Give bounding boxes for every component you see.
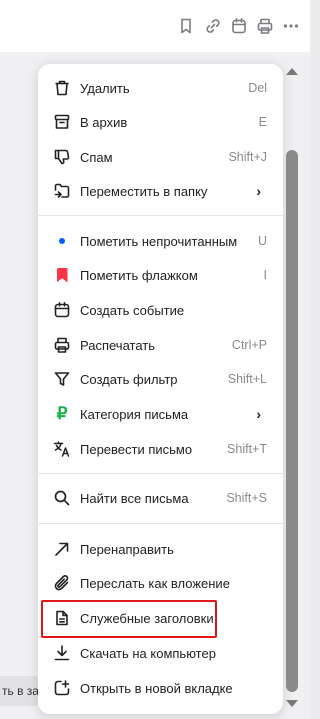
menu-item-translate[interactable]: Перевести письмо Shift+T bbox=[38, 432, 283, 466]
menu-item-shortcut: Shift+S bbox=[226, 491, 267, 505]
menu-item-download[interactable]: Скачать на компьютер bbox=[38, 636, 283, 670]
scroll-down-arrow-icon[interactable] bbox=[286, 700, 298, 707]
unread-dot-icon bbox=[52, 231, 72, 251]
scrollbar-thumb[interactable] bbox=[286, 150, 298, 692]
menu-item-shortcut: Shift+L bbox=[227, 372, 267, 386]
menu-item-label: Открыть в новой вкладке bbox=[80, 680, 233, 696]
link-icon[interactable] bbox=[203, 16, 223, 36]
chevron-right-icon: › bbox=[256, 183, 261, 199]
menu-divider bbox=[38, 473, 283, 474]
search-icon bbox=[52, 488, 72, 508]
print-icon bbox=[52, 335, 72, 355]
menu-item-forward-as-attachment[interactable]: Переслать как вложение bbox=[38, 566, 283, 600]
menu-item-shortcut: Ctrl+P bbox=[231, 338, 267, 352]
new-tab-icon bbox=[52, 678, 72, 698]
menu-item-label: Перенаправить bbox=[80, 541, 174, 557]
menu-item-label: Создать событие bbox=[80, 302, 185, 318]
menu-item-create-event[interactable]: Создать событие bbox=[38, 293, 283, 327]
menu-item-find-all[interactable]: Найти все письма Shift+S bbox=[38, 481, 283, 515]
menu-item-label: Создать фильтр bbox=[80, 371, 178, 387]
menu-item-spam[interactable]: Спам Shift+J bbox=[38, 140, 283, 174]
page: ть в за Удалить Del В архив E Спам Shift… bbox=[0, 0, 310, 719]
message-toolbar bbox=[0, 0, 310, 52]
menu-item-create-filter[interactable]: Создать фильтр Shift+L bbox=[38, 362, 283, 396]
menu-item-shortcut: Del bbox=[248, 81, 267, 95]
menu-item-label: Категория письма bbox=[80, 406, 189, 422]
redirect-arrow-icon bbox=[52, 539, 72, 559]
more-icon[interactable] bbox=[281, 16, 301, 36]
menu-item-label: Найти все письма bbox=[80, 490, 189, 506]
menu-item-flag[interactable]: Пометить флажком I bbox=[38, 258, 283, 292]
move-folder-icon bbox=[52, 181, 72, 201]
menu-item-label: Пометить непрочитанным bbox=[80, 233, 238, 249]
filter-icon bbox=[52, 369, 72, 389]
thumbs-down-icon bbox=[52, 147, 72, 167]
menu-item-archive[interactable]: В архив E bbox=[38, 105, 283, 139]
chevron-right-icon: › bbox=[256, 406, 261, 422]
menu-item-label: В архив bbox=[80, 114, 128, 130]
translate-icon bbox=[52, 439, 72, 459]
menu-item-mark-unread[interactable]: Пометить непрочитанным U bbox=[38, 224, 283, 258]
menu-item-shortcut: Shift+T bbox=[227, 442, 267, 456]
menu-divider bbox=[38, 523, 283, 524]
background-button-peek: ть в за bbox=[0, 676, 40, 706]
paperclip-icon bbox=[52, 573, 72, 593]
print-icon[interactable] bbox=[255, 16, 275, 36]
menu-scrollbar[interactable] bbox=[285, 64, 299, 714]
menu-item-label: Удалить bbox=[80, 80, 130, 96]
highlight-box bbox=[41, 600, 217, 638]
menu-item-print[interactable]: Распечатать Ctrl+P bbox=[38, 328, 283, 362]
menu-item-label: Распечатать bbox=[80, 337, 156, 353]
menu-item-category[interactable]: ₽ Категория письма › bbox=[38, 397, 283, 431]
menu-item-label: Пометить флажком bbox=[80, 267, 198, 283]
menu-item-label: Переместить в папку bbox=[80, 183, 208, 199]
menu-divider bbox=[38, 215, 283, 216]
menu-item-label: Спам bbox=[80, 149, 113, 165]
menu-item-label: Перевести письмо bbox=[80, 441, 193, 457]
menu-item-delete[interactable]: Удалить Del bbox=[38, 71, 283, 105]
trash-icon bbox=[52, 78, 72, 98]
ruble-icon: ₽ bbox=[56, 404, 68, 423]
menu-item-open-new-tab[interactable]: Открыть в новой вкладке bbox=[38, 671, 283, 705]
scroll-up-arrow-icon[interactable] bbox=[286, 68, 298, 75]
flag-icon bbox=[52, 265, 72, 285]
menu-item-label: Скачать на компьютер bbox=[80, 645, 216, 661]
menu-item-move-to-folder[interactable]: Переместить в папку › bbox=[38, 174, 283, 208]
calendar-icon[interactable] bbox=[229, 16, 249, 36]
menu-item-redirect[interactable]: Перенаправить bbox=[38, 532, 283, 566]
menu-item-shortcut: Shift+J bbox=[228, 150, 267, 164]
archive-icon bbox=[52, 112, 72, 132]
download-icon bbox=[52, 643, 72, 663]
menu-item-label: Переслать как вложение bbox=[80, 575, 230, 591]
calendar-icon bbox=[52, 300, 72, 320]
bookmark-icon[interactable] bbox=[176, 16, 196, 36]
menu-item-shortcut: E bbox=[258, 115, 267, 129]
menu-item-shortcut: I bbox=[263, 268, 267, 282]
menu-item-shortcut: U bbox=[257, 234, 267, 248]
